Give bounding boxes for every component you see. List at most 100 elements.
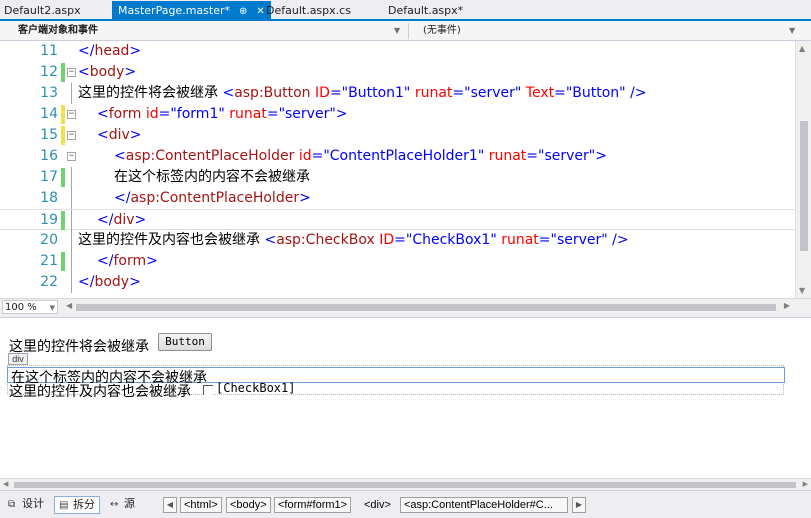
editor-horizontal-scrollbar[interactable]: ◀ ▶ — [62, 300, 794, 314]
code-text: </body> — [78, 274, 141, 290]
split-view-label: 拆分 — [73, 498, 95, 511]
breadcrumb-form[interactable]: <form#form1> — [274, 497, 352, 513]
code-line-15[interactable]: 15 − <div> — [0, 125, 795, 146]
pin-icon[interactable]: ⊕ — [239, 2, 247, 22]
tab-default-aspx[interactable]: Default.aspx* — [384, 3, 463, 19]
events-label: (无事件) — [423, 25, 461, 36]
chevron-down-icon: ▼ — [49, 304, 55, 312]
scrollbar-thumb[interactable] — [14, 482, 796, 488]
code-text: 这里的控件及内容也会被继承 <asp:CheckBox ID="CheckBox… — [78, 232, 629, 248]
collapse-icon[interactable]: − — [67, 152, 76, 161]
change-indicator — [61, 211, 65, 230]
fold-guide — [71, 272, 72, 293]
button1-control[interactable]: Button — [158, 333, 212, 351]
code-line-14[interactable]: 14 − <form id="form1" runat="server"> — [0, 104, 795, 125]
collapse-icon[interactable]: − — [67, 68, 76, 77]
line-number: 11 — [40, 43, 58, 59]
line-number: 17 — [40, 169, 58, 185]
scrollbar-thumb[interactable] — [76, 304, 776, 311]
scroll-up-arrow-icon[interactable]: ▲ — [799, 44, 805, 53]
line-number: 18 — [40, 190, 58, 206]
fold-guide — [71, 230, 72, 251]
breadcrumb-html[interactable]: <html> — [180, 497, 222, 513]
design-view-pane[interactable]: 这里的控件将会被继承 Button div 在这个标签内的内容不会被继承 这里的… — [0, 318, 811, 478]
code-text: <div> — [97, 127, 142, 143]
collapse-icon[interactable]: − — [67, 131, 76, 140]
line-number: 22 — [40, 274, 58, 290]
tab-label: Default.aspx.cs — [266, 4, 351, 17]
code-line-21[interactable]: 21 </form> — [0, 251, 795, 272]
code-text: </head> — [78, 43, 142, 59]
code-line-13[interactable]: 13 这里的控件将会被继承 <asp:Button ID="Button1" r… — [0, 83, 795, 104]
design-view-button[interactable]: ⧉ 设计 — [4, 496, 48, 514]
breadcrumb-right-arrow-icon[interactable]: ▶ — [572, 497, 586, 513]
line-number: 13 — [40, 85, 58, 101]
code-text: </form> — [97, 253, 158, 269]
line-number: 19 — [40, 212, 58, 228]
code-line-11[interactable]: 11 </head> — [0, 41, 795, 62]
code-text: <form id="form1" runat="server"> — [97, 106, 348, 122]
view-status-bar: ⧉ 设计 ▤ 拆分 ↔ 源 ◀ <html> <body> <form#form1> … — [0, 490, 811, 518]
tab-default-aspx-cs[interactable]: Default.aspx.cs — [262, 3, 351, 19]
zoom-dropdown[interactable]: 100 % ▼ — [2, 300, 58, 314]
scroll-left-arrow-icon[interactable]: ◀ — [66, 301, 72, 310]
line-number: 12 — [40, 64, 58, 80]
tab-label: Default.aspx* — [388, 4, 464, 17]
split-view-button[interactable]: ▤ 拆分 — [54, 496, 100, 514]
code-editor[interactable]: 11 </head> 12 − <body> 13 这里的控件将会被继承 <as… — [0, 41, 795, 298]
events-dropdown[interactable]: (无事件) ▼ — [408, 23, 800, 39]
code-text: 在这个标签内的内容不会被继承 — [114, 169, 310, 185]
fold-guide — [71, 251, 72, 272]
div-tag-label[interactable]: div — [8, 353, 28, 365]
scroll-right-arrow-icon[interactable]: ▶ — [803, 480, 808, 488]
change-indicator — [61, 105, 65, 124]
tab-default2-aspx[interactable]: Default2.aspx — [0, 3, 81, 19]
change-indicator — [61, 63, 65, 82]
collapse-icon[interactable]: − — [67, 110, 76, 119]
change-indicator — [61, 252, 65, 271]
code-line-19-current[interactable]: 19 </div> — [0, 209, 795, 231]
code-line-22[interactable]: 22 </body> — [0, 272, 795, 293]
source-view-label: 源 — [124, 497, 135, 510]
line-number: 15 — [40, 127, 58, 143]
change-indicator — [61, 168, 65, 187]
client-objects-dropdown[interactable]: 客户端对象和事件 ▼ — [18, 23, 406, 39]
checkbox1-control[interactable] — [203, 385, 213, 395]
code-line-12[interactable]: 12 − <body> — [0, 62, 795, 83]
code-line-16[interactable]: 16 − <asp:ContentPlaceHolder id="Content… — [0, 146, 795, 167]
editor-vertical-scrollbar[interactable]: ▲ ▼ — [795, 41, 811, 298]
breadcrumb-div[interactable]: <div> — [360, 497, 395, 513]
line-number: 14 — [40, 106, 58, 122]
scroll-left-arrow-icon[interactable]: ◀ — [3, 480, 8, 488]
member-dropdown-bar: 客户端对象和事件 ▼ (无事件) ▼ — [0, 21, 811, 41]
tab-label: MasterPage.master* — [118, 4, 230, 17]
inherited-text: 这里的控件将会被继承 — [9, 340, 149, 355]
code-line-20[interactable]: 20 这里的控件及内容也会被继承 <asp:CheckBox ID="Check… — [0, 230, 795, 251]
chevron-down-icon: ▼ — [394, 26, 401, 35]
breadcrumb-left-arrow-icon[interactable]: ◀ — [163, 497, 177, 513]
scroll-right-arrow-icon[interactable]: ▶ — [784, 301, 790, 310]
design-horizontal-scrollbar[interactable]: ◀ ▶ — [0, 478, 811, 490]
document-tab-strip: Default2.aspx MasterPage.master* ⊕ ✕ Defau… — [0, 0, 811, 21]
line-number: 20 — [40, 232, 58, 248]
chevron-down-icon: ▼ — [789, 26, 796, 35]
tab-masterpage-master[interactable]: MasterPage.master* ⊕ ✕ — [112, 1, 271, 21]
code-line-17[interactable]: 17 在这个标签内的内容不会被继承 — [0, 167, 795, 188]
checkbox1-label: [CheckBox1] — [216, 381, 296, 395]
line-number: 21 — [40, 253, 58, 269]
source-view-button[interactable]: ↔ 源 — [106, 496, 139, 514]
code-text: </div> — [97, 212, 147, 228]
source-icon: ↔ — [110, 499, 119, 510]
zoom-level: 100 % — [5, 302, 37, 313]
breadcrumb-body[interactable]: <body> — [226, 497, 271, 513]
tab-label: Default2.aspx — [4, 4, 81, 17]
fold-guide — [71, 167, 72, 188]
client-objects-label: 客户端对象和事件 — [18, 25, 98, 36]
scroll-down-arrow-icon[interactable]: ▼ — [799, 286, 805, 295]
fold-guide — [71, 83, 72, 104]
code-text: 这里的控件将会被继承 <asp:Button ID="Button1" runa… — [78, 85, 647, 101]
editor-bottom-bar: 100 % ▼ ◀ ▶ — [0, 298, 811, 314]
scrollbar-thumb[interactable] — [800, 121, 808, 251]
breadcrumb-contentplaceholder[interactable]: <asp:ContentPlaceHolder#C... — [400, 497, 568, 513]
code-line-18[interactable]: 18 </asp:ContentPlaceHolder> — [0, 188, 795, 209]
